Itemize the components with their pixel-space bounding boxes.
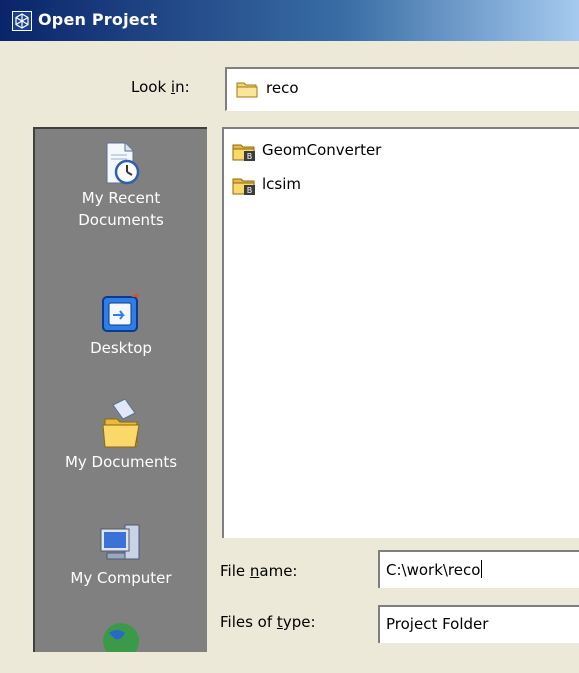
- svg-text:B: B: [247, 152, 253, 161]
- desktop-icon: [102, 293, 139, 332]
- place-label-line2: Documents: [78, 211, 164, 229]
- places-bar: My Recent Documents Desktop My Documents…: [33, 127, 207, 652]
- title-bar[interactable]: Open Project: [0, 0, 579, 43]
- svg-text:B: B: [247, 186, 253, 195]
- folder-icon: [236, 82, 258, 98]
- place-label: My Documents: [64, 453, 178, 471]
- file-name-value: C:\work\reco: [386, 561, 481, 579]
- look-in-value: reco: [266, 79, 299, 97]
- place-label: My Recent: [81, 189, 161, 207]
- file-list[interactable]: B GeomConverter B lcsim: [222, 127, 579, 538]
- recent-documents-icon: [106, 142, 140, 185]
- my-documents-icon: [102, 398, 140, 448]
- place-desktop[interactable]: Desktop: [35, 291, 207, 359]
- my-computer-icon: [100, 524, 140, 560]
- file-name: lcsim: [262, 175, 302, 193]
- look-in-combo[interactable]: reco: [225, 67, 579, 111]
- place-my-computer[interactable]: My Computer: [35, 521, 207, 589]
- place-my-documents[interactable]: My Documents: [35, 397, 207, 473]
- place-my-network-places[interactable]: [35, 619, 207, 652]
- text-caret: [481, 560, 483, 578]
- project-folder-icon: B: [232, 144, 255, 161]
- project-folder-icon: B: [232, 178, 255, 195]
- place-label: Desktop: [90, 339, 152, 357]
- file-type-value: Project Folder: [386, 615, 489, 633]
- place-label: My Computer: [70, 569, 172, 587]
- file-name-label: File name:: [220, 562, 298, 580]
- file-name-input[interactable]: C:\work\reco: [378, 550, 579, 588]
- window-title: Open Project: [38, 10, 158, 29]
- place-my-recent-documents[interactable]: My Recent Documents: [35, 139, 207, 231]
- file-name: GeomConverter: [262, 141, 382, 159]
- network-places-icon: [103, 623, 139, 652]
- file-type-label: Files of type:: [220, 613, 316, 631]
- netbeans-app-icon: [12, 11, 32, 31]
- file-type-combo[interactable]: Project Folder: [378, 605, 579, 643]
- look-in-label: Look in:: [131, 78, 190, 96]
